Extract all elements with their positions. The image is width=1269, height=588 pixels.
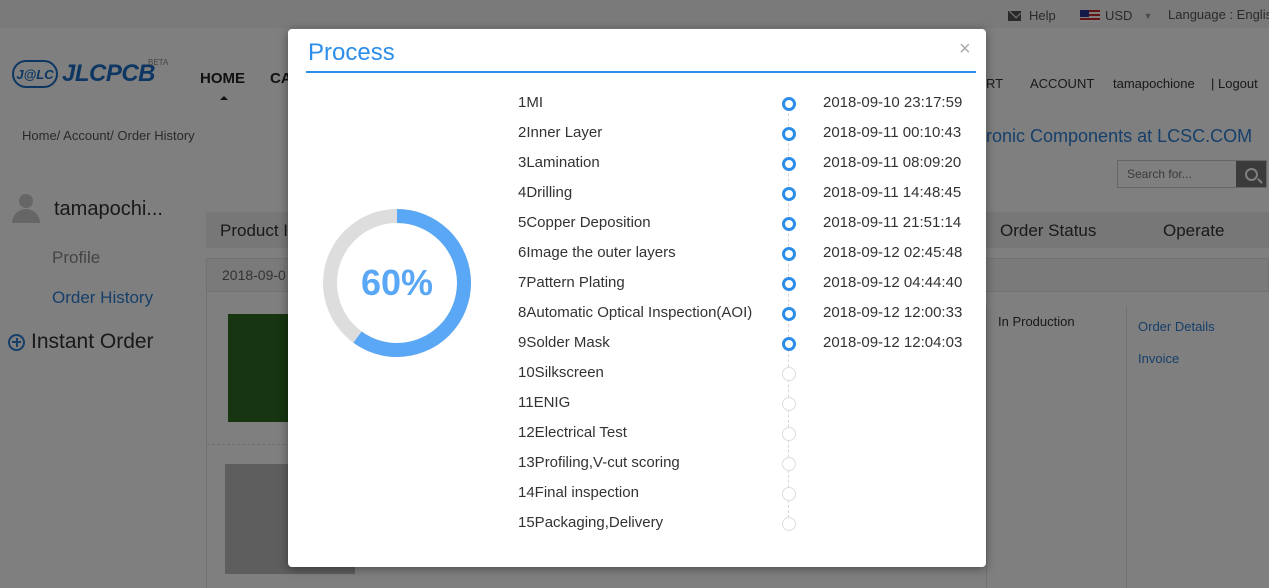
step-pending-dot xyxy=(782,517,796,531)
step-done-dot xyxy=(782,277,796,291)
step-name: 15Packaging,Delivery xyxy=(518,514,664,531)
step-done-dot xyxy=(782,337,796,351)
process-step: 6Image the outer layers 2018-09-12 02:45:… xyxy=(518,238,978,268)
process-step: 5Copper Deposition 2018-09-11 21:51:14 xyxy=(518,208,978,238)
step-timestamp: 2018-09-12 04:44:40 xyxy=(823,274,963,291)
step-pending-dot xyxy=(782,457,796,471)
step-name: 13Profiling,V-cut scoring xyxy=(518,454,680,471)
step-done-dot xyxy=(782,217,796,231)
step-timestamp: 2018-09-10 23:17:59 xyxy=(823,94,963,111)
step-timestamp: 2018-09-12 12:04:03 xyxy=(823,334,963,351)
process-step: 13Profiling,V-cut scoring xyxy=(518,448,978,478)
step-pending-dot xyxy=(782,397,796,411)
step-done-dot xyxy=(782,307,796,321)
process-step: 9Solder Mask 2018-09-12 12:04:03 xyxy=(518,328,978,358)
step-name: 5Copper Deposition xyxy=(518,214,651,231)
step-name: 2Inner Layer xyxy=(518,124,603,141)
step-name: 12Electrical Test xyxy=(518,424,627,441)
step-name: 6Image the outer layers xyxy=(518,244,676,261)
step-timestamp: 2018-09-11 00:10:43 xyxy=(823,124,962,141)
step-name: 8Automatic Optical Inspection(AOI) xyxy=(518,304,753,321)
process-step: 8Automatic Optical Inspection(AOI) 2018-0… xyxy=(518,298,978,328)
process-step: 3Lamination 2018-09-11 08:09:20 xyxy=(518,148,978,178)
close-icon[interactable]: × xyxy=(959,39,971,59)
process-steps-list: 1MI 2018-09-10 23:17:59 2Inner Layer 2018-0… xyxy=(518,88,978,538)
step-done-dot xyxy=(782,187,796,201)
title-divider xyxy=(306,71,976,73)
step-timestamp: 2018-09-11 14:48:45 xyxy=(823,184,962,201)
process-step: 11ENIG xyxy=(518,388,978,418)
process-step: 7Pattern Plating 2018-09-12 04:44:40 xyxy=(518,268,978,298)
step-name: 14Final inspection xyxy=(518,484,639,501)
step-timestamp: 2018-09-11 21:51:14 xyxy=(823,214,962,231)
step-timestamp: 2018-09-11 08:09:20 xyxy=(823,154,962,171)
process-step: 12Electrical Test xyxy=(518,418,978,448)
step-pending-dot xyxy=(782,427,796,441)
progress-percent: 60% xyxy=(360,262,434,303)
step-name: 1MI xyxy=(518,94,544,111)
step-done-dot xyxy=(782,157,796,171)
step-pending-dot xyxy=(782,367,796,381)
modal-title: Process xyxy=(308,39,395,66)
step-done-dot xyxy=(782,247,796,261)
process-step: 2Inner Layer 2018-09-11 00:10:43 xyxy=(518,118,978,148)
step-timestamp: 2018-09-12 12:00:33 xyxy=(823,304,963,321)
process-modal: Process × 60% 1MI 2018-09-10 23:17:59 2Inn… xyxy=(288,29,986,567)
step-done-dot xyxy=(782,97,796,111)
step-pending-dot xyxy=(782,487,796,501)
step-timestamp: 2018-09-12 02:45:48 xyxy=(823,244,963,261)
step-name: 3Lamination xyxy=(518,154,600,171)
process-step: 4Drilling 2018-09-11 14:48:45 xyxy=(518,178,978,208)
process-step: 14Final inspection xyxy=(518,478,978,508)
step-name: 9Solder Mask xyxy=(518,334,610,351)
process-step: 15Packaging,Delivery xyxy=(518,508,978,538)
step-name: 10Silkscreen xyxy=(518,364,604,381)
process-step: 10Silkscreen xyxy=(518,358,978,388)
step-name: 11ENIG xyxy=(518,394,571,411)
step-name: 4Drilling xyxy=(518,184,573,201)
step-done-dot xyxy=(782,127,796,141)
process-step: 1MI 2018-09-10 23:17:59 xyxy=(518,88,978,118)
step-name: 7Pattern Plating xyxy=(518,274,625,291)
